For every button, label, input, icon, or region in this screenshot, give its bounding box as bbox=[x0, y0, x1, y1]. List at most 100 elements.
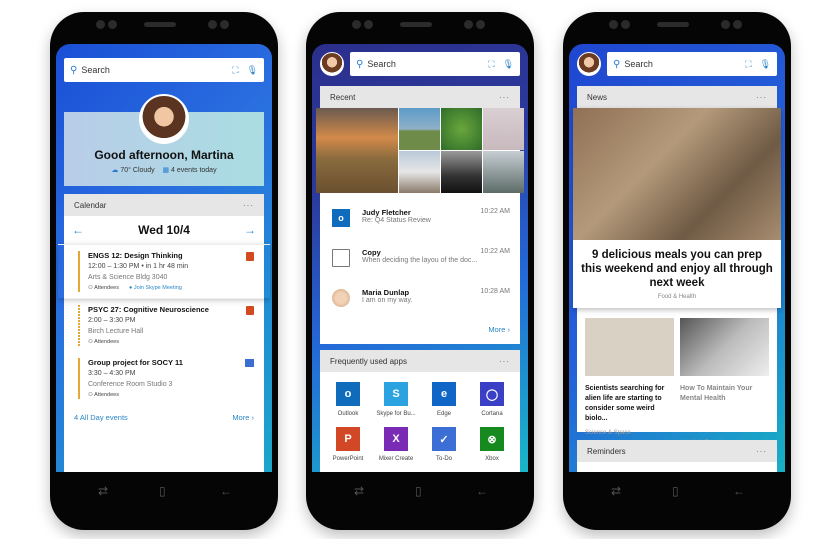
contact-avatar bbox=[332, 289, 350, 307]
recent-apps-icon[interactable]: ⇄ bbox=[611, 484, 621, 498]
all-day-events-link[interactable]: 4 All Day events bbox=[74, 413, 128, 422]
photo[interactable] bbox=[399, 151, 440, 193]
event-location: Arts & Science Bldg 3040 bbox=[88, 274, 168, 281]
search-icon: ⚲ bbox=[70, 64, 78, 76]
item-detail: Re: Q4 Status Review bbox=[362, 217, 431, 224]
story-headline: 9 delicious meals you can prep this week… bbox=[581, 249, 773, 289]
event-time: 3:30 – 4:30 PM bbox=[88, 370, 136, 377]
app-tile[interactable]: X Mixer Create bbox=[372, 427, 420, 462]
story-title: Scientists searching for alien life are … bbox=[585, 385, 665, 422]
home-icon[interactable]: ▯ bbox=[415, 484, 422, 498]
search-bar[interactable]: ⚲ Search ⛶ 🎙 bbox=[350, 52, 520, 76]
profile-avatar[interactable] bbox=[577, 52, 601, 76]
card-title: Calendar bbox=[74, 200, 107, 210]
recent-apps-icon[interactable]: ⇄ bbox=[98, 484, 108, 498]
recent-item[interactable]: Copy When deciding the layou of the doc.… bbox=[320, 241, 520, 281]
profile-avatar[interactable] bbox=[139, 94, 189, 144]
apps-card: Frequently used apps ··· o Outlook S Skype f… bbox=[320, 350, 520, 472]
phone-screen: ⚲ Search ⛶ 🎙 Recent ··· o Judy Fletcher R… bbox=[312, 44, 528, 472]
event-location: Conference Room Studio 3 bbox=[88, 381, 173, 388]
microphone-icon[interactable]: 🎙 bbox=[760, 59, 771, 70]
scan-icon[interactable]: ⛶ bbox=[745, 59, 751, 70]
recent-apps-icon[interactable]: ⇄ bbox=[354, 484, 364, 498]
event-time: 12:00 – 1:30 PM • in 1 hr 48 min bbox=[88, 263, 189, 270]
event-title: Group project for SOCY 11 bbox=[88, 358, 183, 367]
search-bar[interactable]: ⚲ Search ⛶ 🎙 bbox=[607, 52, 777, 76]
microphone-icon[interactable]: 🎙 bbox=[247, 65, 258, 76]
more-options-icon[interactable]: ··· bbox=[243, 201, 254, 210]
photo[interactable] bbox=[483, 108, 524, 150]
arrow-left-icon[interactable]: ← bbox=[72, 223, 84, 237]
more-link[interactable]: More › bbox=[488, 325, 510, 334]
more-options-icon[interactable]: ··· bbox=[499, 93, 510, 102]
search-placeholder: Search bbox=[81, 65, 110, 75]
recent-card: Recent ··· o Judy Fletcher Re: Q4 Status … bbox=[316, 86, 524, 344]
search-bar[interactable]: ⚲ Search ⛶ 🎙 bbox=[64, 58, 264, 82]
app-tile[interactable]: o Outlook bbox=[324, 382, 372, 417]
item-time: 10:22 AM bbox=[480, 248, 510, 255]
item-detail: When deciding the layou of the doc... bbox=[362, 257, 478, 264]
mixer-create-icon: X bbox=[384, 427, 408, 451]
back-icon[interactable]: ← bbox=[476, 484, 488, 498]
cortana-icon: ◯ bbox=[480, 382, 504, 406]
app-tile[interactable]: ✓ To-Do bbox=[420, 427, 468, 462]
photo[interactable] bbox=[399, 108, 440, 150]
greeting-title: Good afternoon, Martina bbox=[94, 148, 234, 162]
app-tile[interactable]: ⊗ Xbox bbox=[468, 427, 516, 462]
card-title: News bbox=[587, 92, 608, 102]
more-options-icon[interactable]: ··· bbox=[499, 357, 510, 366]
powerpoint-icon: P bbox=[336, 427, 360, 451]
person-icon: ⚇ bbox=[88, 392, 93, 398]
back-icon[interactable]: ← bbox=[220, 484, 232, 498]
calendar-event[interactable]: ENGS 12: Design Thinking 12:00 – 1:30 PM… bbox=[58, 244, 270, 298]
app-label: Mixer Create bbox=[378, 456, 414, 462]
calendar-event[interactable]: PSYC 27: Cognitive Neuroscience 2:00 – 3… bbox=[64, 298, 264, 352]
news-card: News ··· 9 delicious meals you can prep t… bbox=[573, 86, 781, 469]
app-label: Xbox bbox=[485, 456, 499, 462]
photo[interactable] bbox=[316, 108, 398, 193]
app-tile[interactable]: e Edge bbox=[420, 382, 468, 417]
profile-avatar[interactable] bbox=[320, 52, 344, 76]
phone-recent: ⚲ Search ⛶ 🎙 Recent ··· o Judy Fletcher R… bbox=[306, 12, 534, 530]
featured-story[interactable]: 9 delicious meals you can prep this week… bbox=[573, 108, 781, 308]
join-skype-link[interactable]: Join Skype Meeting bbox=[134, 285, 182, 291]
back-icon[interactable]: ← bbox=[733, 484, 745, 498]
scan-icon[interactable]: ⛶ bbox=[488, 59, 494, 70]
skype-icon: ● bbox=[128, 285, 133, 291]
event-location: Birch Lecture Hall bbox=[88, 328, 144, 335]
home-icon[interactable]: ▯ bbox=[672, 484, 679, 498]
event-time: 2:00 – 3:30 PM bbox=[88, 317, 136, 324]
phone-screen: ⚲ Search ⛶ 🎙 News ··· 9 delicious meals y… bbox=[569, 44, 785, 472]
story-image bbox=[680, 318, 769, 376]
phone-calendar: ⚲ Search ⛶ 🎙 Good afternoon, Martina ☁ 7… bbox=[50, 12, 278, 530]
calendar-card: Calendar ··· ← Wed 10/4 → ENGS 12: Design… bbox=[58, 194, 270, 472]
scan-icon[interactable]: ⛶ bbox=[232, 65, 238, 76]
microphone-icon[interactable]: 🎙 bbox=[503, 59, 514, 70]
recent-photos bbox=[316, 108, 524, 193]
recent-item[interactable]: Maria Dunlap I am on my way. 10:28 AM bbox=[320, 281, 520, 321]
more-options-icon[interactable]: ··· bbox=[756, 93, 767, 102]
attendees-link[interactable]: Attendees bbox=[94, 339, 119, 345]
news-story[interactable]: How To Maintain Your Mental Health Healt… bbox=[680, 318, 769, 446]
item-time: 10:22 AM bbox=[480, 208, 510, 215]
app-tile[interactable]: ◯ Cortana bbox=[468, 382, 516, 417]
photo[interactable] bbox=[441, 151, 482, 193]
attendees-link[interactable]: Attendees bbox=[94, 392, 119, 398]
more-options-icon[interactable]: ··· bbox=[756, 447, 767, 456]
phone-screen: ⚲ Search ⛶ 🎙 Good afternoon, Martina ☁ 7… bbox=[56, 44, 272, 472]
home-icon[interactable]: ▯ bbox=[159, 484, 166, 498]
news-story[interactable]: Scientists searching for alien life are … bbox=[585, 318, 674, 446]
card-title: Recent bbox=[330, 92, 356, 102]
photo[interactable] bbox=[441, 108, 482, 150]
app-tile[interactable]: P PowerPoint bbox=[324, 427, 372, 462]
attendees-link[interactable]: Attendees bbox=[94, 285, 119, 291]
office-icon bbox=[246, 252, 254, 261]
app-tile[interactable]: S Skype for Bu... bbox=[372, 382, 420, 417]
office-icon bbox=[246, 306, 254, 315]
story-category: Science & Space bbox=[585, 430, 631, 436]
calendar-event[interactable]: Group project for SOCY 11 3:30 – 4:30 PM… bbox=[64, 352, 264, 405]
recent-item[interactable]: o Judy Fletcher Re: Q4 Status Review 10:… bbox=[320, 201, 520, 241]
arrow-right-icon[interactable]: → bbox=[244, 223, 256, 237]
more-link[interactable]: More › bbox=[232, 413, 254, 422]
photo[interactable] bbox=[483, 151, 524, 193]
